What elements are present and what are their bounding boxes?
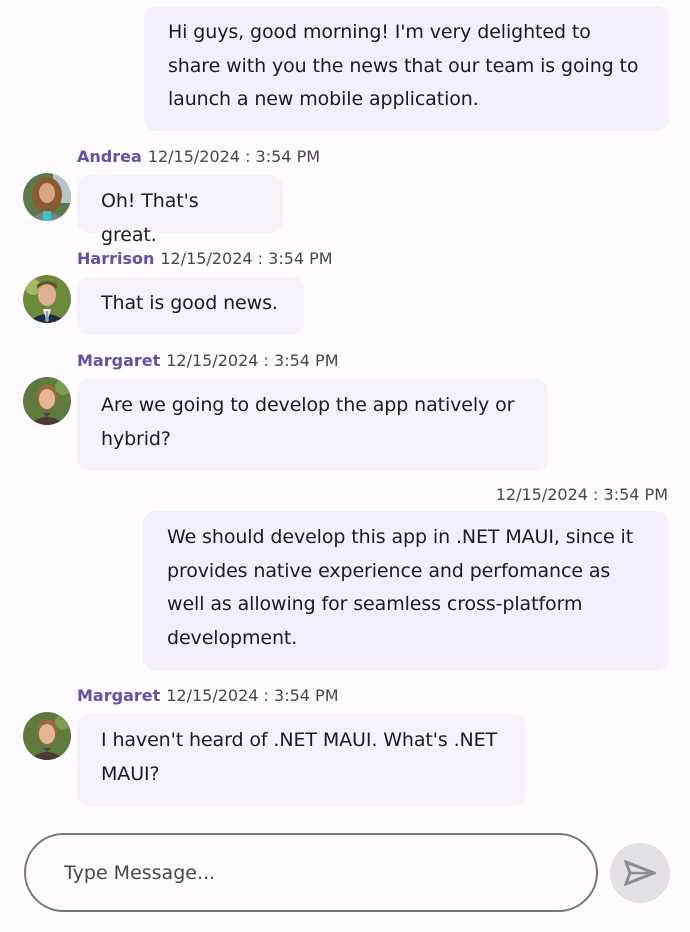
message-line: provides native experience and perfomanc… [167,559,611,582]
message-text: That is good news. [101,292,278,314]
message-bubble-incoming: Oh! That's great. [77,175,283,246]
message-meta: Harrison 12/15/2024 : 3:54 PM [77,249,333,269]
message-line: hybrid? [101,427,171,450]
message-bubble-incoming: That is good news. [77,277,304,335]
message-line: launch a new mobile application. [168,88,479,111]
message-meta: Margaret 12/15/2024 : 3:54 PM [77,351,339,371]
message-line: Are we going to develop the app natively… [101,394,515,416]
author-name: Margaret [77,351,161,370]
author-name: Harrison [77,249,155,268]
message-line: well as allowing for seamless cross-plat… [167,593,583,616]
message-bubble-outgoing: Hi guys, good morning! I'm very delighte… [144,6,669,131]
timestamp: 12/15/2024 : 3:54 PM [495,485,668,504]
timestamp: 12/15/2024 : 3:54 PM [166,351,339,370]
message-bubble-incoming: I haven't heard of .NET MAUI. What's .NE… [77,714,526,806]
avatar-margaret [23,377,71,425]
send-icon [624,860,656,886]
message-input[interactable] [64,835,564,910]
message-bubble-outgoing: We should develop this app in .NET MAUI,… [143,511,669,670]
avatar-margaret [23,712,71,760]
avatar-andrea [23,173,71,221]
author-name: Margaret [77,686,161,705]
message-composer [24,833,598,912]
message-line: development. [167,626,298,649]
timestamp: 12/15/2024 : 3:54 PM [166,686,339,705]
message-text: Oh! That's great. [101,190,199,246]
message-bubble-incoming: Are we going to develop the app natively… [77,379,548,471]
timestamp: 12/15/2024 : 3:54 PM [147,147,321,166]
message-line: I haven't heard of .NET MAUI. What's .NE… [101,729,498,751]
timestamp: 12/15/2024 : 3:54 PM [160,249,333,268]
message-meta: Margaret 12/15/2024 : 3:54 PM [77,686,339,706]
message-line: MAUI? [101,762,160,785]
avatar-harrison [23,275,71,323]
message-line: Hi guys, good morning! I'm very delighte… [168,21,591,43]
chat-view: Hi guys, good morning! I'm very delighte… [0,0,690,932]
message-line: share with you the news that our team is… [168,54,639,77]
send-button[interactable] [610,843,670,903]
message-line: We should develop this app in .NET MAUI,… [167,526,634,548]
message-meta: Andrea 12/15/2024 : 3:54 PM [77,147,320,167]
author-name: Andrea [77,147,142,166]
message-meta: 12/15/2024 : 3:54 PM [496,485,668,505]
